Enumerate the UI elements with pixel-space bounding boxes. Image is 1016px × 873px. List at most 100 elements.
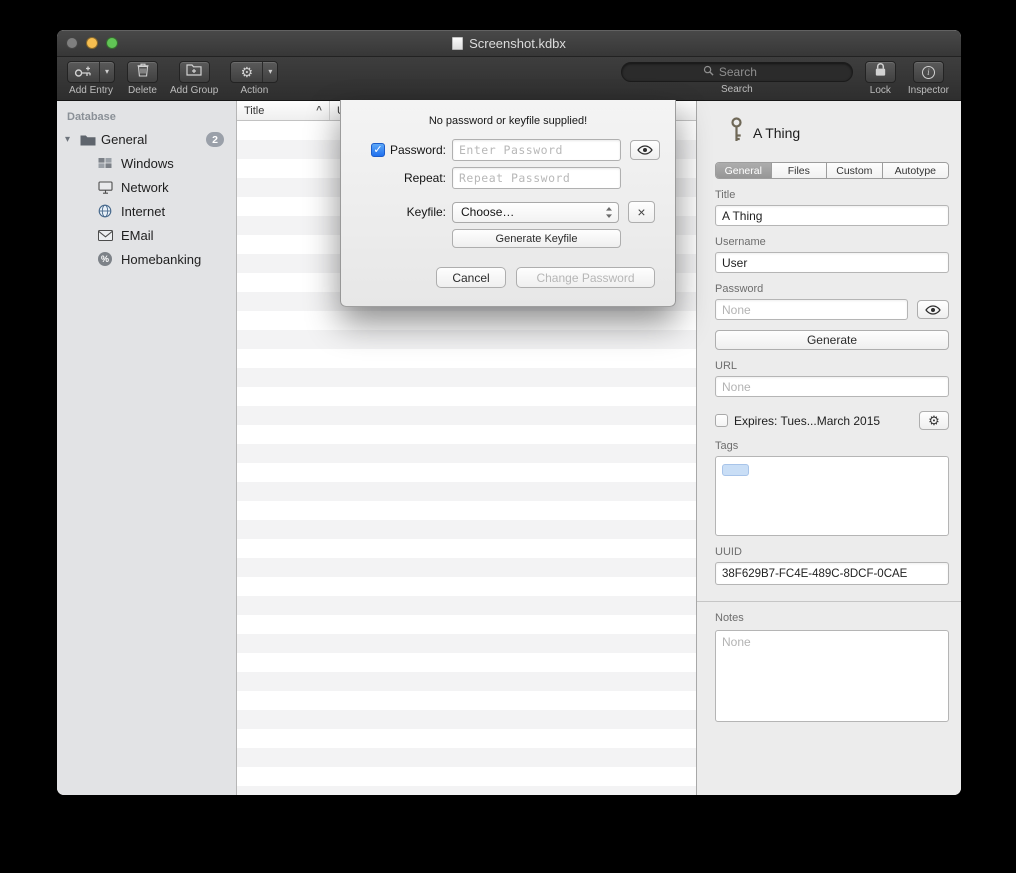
document-icon bbox=[452, 37, 463, 50]
add-entry-item: ▾ Add Entry bbox=[67, 61, 115, 96]
lock-icon bbox=[874, 62, 887, 82]
sidebar-item-label: Network bbox=[121, 180, 169, 195]
title-input[interactable] bbox=[715, 205, 949, 226]
internet-icon bbox=[97, 203, 113, 219]
sidebar-group-general[interactable]: ▾ General 2 bbox=[57, 128, 236, 151]
url-input[interactable] bbox=[715, 376, 949, 397]
dialog-reveal-password-button[interactable] bbox=[630, 140, 660, 160]
expires-label: Expires: Tues...March 2015 bbox=[734, 414, 880, 428]
uuid-field-label: UUID bbox=[715, 546, 949, 558]
sidebar-item-homebanking[interactable]: % Homebanking bbox=[57, 247, 236, 271]
sidebar-group-label: General bbox=[101, 132, 147, 147]
dialog-actions: Cancel Change Password bbox=[361, 267, 655, 288]
windows-icon bbox=[97, 155, 113, 171]
eye-icon bbox=[637, 145, 653, 155]
reveal-password-button[interactable] bbox=[917, 300, 949, 319]
password-input[interactable] bbox=[715, 299, 908, 320]
sidebar-item-email[interactable]: EMail bbox=[57, 223, 236, 247]
delete-item: Delete bbox=[127, 61, 158, 96]
inspector-tabs: General Files Custom Autotype bbox=[715, 162, 949, 179]
search-field[interactable] bbox=[621, 62, 853, 82]
add-entry-label: Add Entry bbox=[69, 85, 113, 96]
sidebar-item-network[interactable]: Network bbox=[57, 175, 236, 199]
column-header-title[interactable]: Title ^ bbox=[237, 101, 330, 120]
tab-general[interactable]: General bbox=[716, 163, 772, 178]
keyfile-popup[interactable]: Choose… bbox=[452, 202, 619, 223]
sidebar-item-label: Internet bbox=[121, 204, 165, 219]
sort-ascending-icon: ^ bbox=[316, 105, 322, 116]
search-icon bbox=[703, 63, 714, 81]
sidebar-item-label: Homebanking bbox=[121, 252, 201, 267]
sidebar-item-label: EMail bbox=[121, 228, 154, 243]
notes-input[interactable] bbox=[715, 630, 949, 722]
dialog-message: No password or keyfile supplied! bbox=[361, 115, 655, 127]
tab-custom[interactable]: Custom bbox=[827, 163, 883, 178]
eye-icon bbox=[925, 305, 941, 315]
change-password-button[interactable]: Change Password bbox=[516, 267, 655, 288]
sidebar-item-label: Windows bbox=[121, 156, 174, 171]
gear-icon: ⚙ bbox=[231, 62, 262, 82]
uuid-input[interactable] bbox=[715, 562, 949, 585]
expires-settings-button[interactable]: ⚙ bbox=[919, 411, 949, 430]
sidebar-item-internet[interactable]: Internet bbox=[57, 199, 236, 223]
inspector-header: A Thing bbox=[715, 117, 949, 148]
delete-label: Delete bbox=[128, 85, 157, 96]
lock-label: Lock bbox=[870, 85, 891, 96]
url-field-label: URL bbox=[715, 360, 949, 372]
tags-field[interactable] bbox=[715, 456, 949, 536]
action-button[interactable]: ⚙ ▾ bbox=[230, 61, 278, 83]
action-label: Action bbox=[240, 85, 268, 96]
generate-password-button[interactable]: Generate bbox=[715, 330, 949, 350]
network-icon bbox=[97, 179, 113, 195]
password-checkbox[interactable]: ✓ bbox=[371, 143, 385, 157]
zoom-button[interactable] bbox=[106, 37, 118, 49]
expires-checkbox[interactable] bbox=[715, 414, 728, 427]
folder-plus-icon bbox=[186, 63, 202, 81]
dialog-repeat-input[interactable] bbox=[452, 167, 621, 189]
action-item: ⚙ ▾ Action bbox=[230, 61, 278, 96]
username-input[interactable] bbox=[715, 252, 949, 273]
add-entry-button[interactable]: ▾ bbox=[67, 61, 115, 83]
entry-title: A Thing bbox=[753, 125, 800, 141]
sidebar-section-header: Database bbox=[57, 109, 236, 128]
password-label: Password: bbox=[390, 143, 446, 157]
inspector-panel: A Thing General Files Custom Autotype Ti… bbox=[696, 101, 961, 795]
tab-files[interactable]: Files bbox=[772, 163, 828, 178]
tag-chip bbox=[722, 464, 749, 476]
password-dialog: No password or keyfile supplied! ✓ Passw… bbox=[340, 100, 676, 307]
sidebar-item-windows[interactable]: Windows bbox=[57, 151, 236, 175]
lock-button[interactable] bbox=[865, 61, 896, 83]
tab-autotype[interactable]: Autotype bbox=[883, 163, 948, 178]
dialog-password-input[interactable] bbox=[452, 139, 621, 161]
cancel-button[interactable]: Cancel bbox=[436, 267, 506, 288]
search-input[interactable] bbox=[719, 65, 771, 79]
key-plus-icon bbox=[68, 62, 99, 82]
keyfile-popup-value: Choose… bbox=[461, 205, 514, 219]
username-field-label: Username bbox=[715, 236, 949, 248]
notes-field-label: Notes bbox=[715, 612, 949, 624]
inspector-button[interactable]: i bbox=[913, 61, 944, 83]
clear-keyfile-button[interactable]: × bbox=[628, 201, 655, 223]
action-menu-arrow[interactable]: ▾ bbox=[262, 62, 277, 82]
add-group-button[interactable] bbox=[179, 61, 210, 83]
traffic-lights bbox=[66, 37, 118, 49]
inspector-label: Inspector bbox=[908, 85, 949, 96]
clear-icon: × bbox=[637, 204, 645, 220]
disclosure-triangle-icon[interactable]: ▾ bbox=[65, 135, 75, 145]
generate-keyfile-button[interactable]: Generate Keyfile bbox=[452, 229, 621, 248]
delete-button[interactable] bbox=[127, 61, 158, 83]
repeat-row: Repeat: bbox=[361, 167, 655, 189]
toolbar: ▾ Add Entry Delete Add Group ⚙ ▾ bbox=[57, 57, 961, 101]
window-title-text: Screenshot.kdbx bbox=[469, 36, 566, 51]
minimize-button[interactable] bbox=[86, 37, 98, 49]
homebanking-icon: % bbox=[97, 251, 113, 267]
add-entry-menu-arrow[interactable]: ▾ bbox=[99, 62, 114, 82]
tags-field-label: Tags bbox=[715, 440, 949, 452]
title-field-label: Title bbox=[715, 189, 949, 201]
gear-icon: ⚙ bbox=[928, 413, 940, 429]
macpass-window: Screenshot.kdbx ▾ Add Entry Delete bbox=[57, 30, 961, 795]
add-group-item: Add Group bbox=[170, 61, 218, 96]
close-button[interactable] bbox=[66, 37, 78, 49]
keyfile-label: Keyfile: bbox=[407, 205, 446, 219]
inspector-divider bbox=[697, 601, 961, 602]
